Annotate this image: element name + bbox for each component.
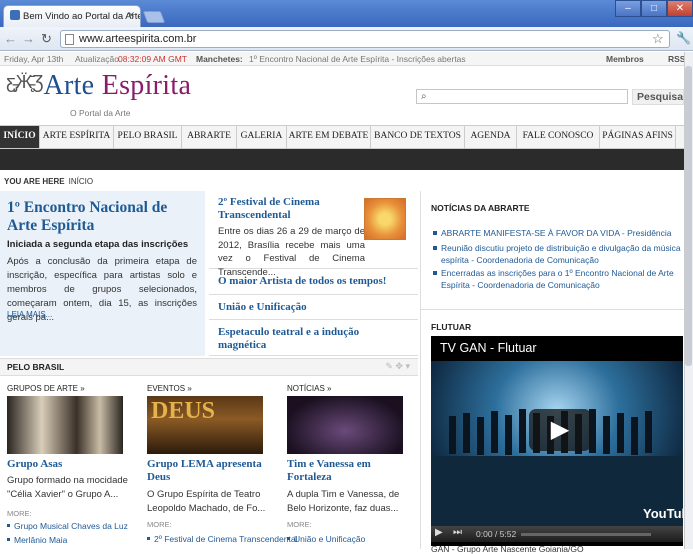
main-menu: INÍCIO ARTE ESPÍRITA PELO BRASIL ABRARTE… <box>0 125 684 149</box>
close-tab-icon[interactable]: ✕ <box>127 10 135 21</box>
section-noticias[interactable]: NOTÍCIAS » <box>287 384 331 393</box>
video-controls[interactable]: ▶ ⏭ <box>431 526 683 542</box>
search-button[interactable]: Pesquisa <box>632 89 684 105</box>
news-item[interactable]: Encerradas as inscrições para o 1º Encon… <box>433 267 681 291</box>
news-item[interactable]: ABRARTE MANIFESTA-SE À FAVOR DA VIDA - P… <box>433 227 681 239</box>
pelo-brasil-title: PELO BRASIL <box>7 362 65 372</box>
article-item: Espetaculo teatral e a indução magnética <box>209 320 418 356</box>
search-input[interactable]: ⌕ <box>416 89 628 104</box>
bookmark-star-icon[interactable]: ☆ <box>652 31 664 47</box>
time-text: 08:32:09 AM GMT <box>118 54 187 64</box>
members-link[interactable]: Membros <box>606 54 644 64</box>
news-item[interactable]: Reunião discutiu projeto de distribuição… <box>433 242 681 266</box>
favicon-icon <box>10 10 20 20</box>
section-eventos[interactable]: EVENTOS » <box>147 384 192 393</box>
breadcrumb: YOU ARE HERE INÍCIO <box>4 177 93 186</box>
headlines-label: Manchetes: <box>196 54 243 64</box>
minimize-button[interactable]: – <box>615 0 641 17</box>
more-label: MORE: <box>7 509 32 518</box>
more-link[interactable]: 2º Festival de Cinema Transcendental <box>147 534 297 544</box>
more-link[interactable]: Merlânio Maia <box>7 535 67 545</box>
article-title[interactable]: Tim e Vanessa em Fortaleza <box>287 458 412 483</box>
forward-icon[interactable]: → <box>22 31 35 46</box>
address-bar[interactable]: www.arteespirita.com.br <box>60 30 670 48</box>
featured-article: 1º Encontro Nacional de Arte Espírita In… <box>0 191 205 356</box>
news-heading: NOTÍCIAS DA ABRARTE <box>431 203 530 213</box>
menu-item-paginas-afins[interactable]: PÁGINAS AFINS <box>600 126 676 148</box>
play-button-icon[interactable]: ▶ <box>435 527 443 538</box>
rss-link[interactable]: RSS <box>668 54 684 64</box>
tim-vanessa-thumbnail[interactable] <box>287 396 403 454</box>
scrollbar-thumb[interactable] <box>685 66 692 366</box>
close-window-button[interactable]: ✕ <box>667 0 693 17</box>
article-text: A dupla Tim e Vanessa, de Belo Horizonte… <box>287 489 400 514</box>
more-link[interactable]: União e Unificação <box>287 534 365 544</box>
headline-link[interactable]: 1º Encontro Nacional de Arte Espírita - … <box>249 54 466 64</box>
divider <box>421 309 685 310</box>
menu-item-arte-em-debate[interactable]: ARTE EM DEBATE <box>287 126 371 148</box>
pelo-brasil-header: PELO BRASIL ✎ ✥ ▾ <box>0 358 418 376</box>
article-text: Grupo formado na mocidade "Célia Xavier"… <box>7 475 128 500</box>
module-tools-icon[interactable]: ✎ ✥ ▾ <box>385 361 410 372</box>
section-grupos[interactable]: GRUPOS DE ARTE » <box>7 384 85 393</box>
menu-item-abrarte[interactable]: ABRARTE <box>182 126 237 148</box>
page-icon <box>65 34 74 45</box>
site-logo[interactable]: ƹ̵̡Ӝ̵̨̄ƷArte Espírita <box>6 70 191 102</box>
breadcrumb-label: YOU ARE HERE <box>4 177 65 186</box>
video-heading: FLUTUAR <box>431 322 472 332</box>
url-text: www.arteespirita.com.br <box>79 33 197 45</box>
skip-icon[interactable]: ⏭ <box>453 527 462 538</box>
video-time: 0:00 / 5:52 <box>476 529 517 539</box>
festival-thumbnail[interactable] <box>364 198 406 240</box>
video-title[interactable]: TV GAN - Flutuar <box>440 341 537 355</box>
info-bar: Friday, Apr 13th Atualização 08:32:09 AM… <box>0 52 684 66</box>
article-title[interactable]: Grupo LEMA apresenta Deus <box>147 458 272 483</box>
deus-poster-text: DEUS <box>151 398 216 424</box>
seek-bar[interactable] <box>521 533 651 536</box>
sub-menu-bar <box>0 149 684 170</box>
tab-title: Bem Vindo ao Portal da Arte E <box>23 11 141 22</box>
logo-text-1: Arte <box>43 70 102 101</box>
menu-item-inicio[interactable]: INÍCIO <box>0 126 40 148</box>
more-label: MORE: <box>287 520 312 529</box>
article-title[interactable]: O maior Artista de todos os tempos! <box>218 275 408 288</box>
menu-item-galeria[interactable]: GALERIA <box>237 126 287 148</box>
logo-text-2: Espírita <box>101 70 192 101</box>
article-text: O Grupo Espírita de Teatro Leopoldo Mach… <box>147 489 266 514</box>
browser-tab[interactable]: Bem Vindo ao Portal da Arte E ✕ <box>3 5 141 27</box>
date-text: Friday, Apr 13th <box>4 54 64 64</box>
festival-title[interactable]: 2º Festival de Cinema Transcendental <box>218 196 358 222</box>
article-item: O maior Artista de todos os tempos! <box>209 269 418 295</box>
article-title[interactable]: Espetaculo teatral e a indução magnética <box>218 326 408 352</box>
article-item: União e Unificação <box>209 295 418 320</box>
butterfly-icon: ƹ̵̡Ӝ̵̨̄Ʒ <box>6 72 44 92</box>
video-caption: GAN - Grupo Arte Nascente Goiania/GO <box>431 544 584 554</box>
maximize-button[interactable]: □ <box>641 0 667 17</box>
more-label: MORE: <box>147 520 172 529</box>
menu-item-banco-de-textos[interactable]: BANCO DE TEXTOS <box>371 126 465 148</box>
update-label: Atualização <box>75 54 119 64</box>
more-link[interactable]: Grupo Musical Chaves da Luz <box>7 521 128 531</box>
logo-subtitle: O Portal da Arte <box>70 108 131 118</box>
new-tab-button[interactable] <box>142 11 166 23</box>
wrench-icon[interactable]: 🔧 <box>676 31 691 45</box>
menu-item-agenda[interactable]: AGENDA <box>465 126 517 148</box>
back-icon[interactable]: ← <box>4 31 17 46</box>
menu-item-fale-conosco[interactable]: FALE CONOSCO <box>517 126 600 148</box>
article-title[interactable]: União e Unificação <box>218 301 408 314</box>
reload-icon[interactable]: ↻ <box>41 31 52 47</box>
search-icon: ⌕ <box>421 91 427 102</box>
read-more-link[interactable]: LEIA MAIS... <box>7 310 52 319</box>
featured-subtitle: Iniciada a segunda etapa das inscrições <box>7 239 189 250</box>
breadcrumb-current[interactable]: INÍCIO <box>69 177 93 186</box>
featured-title[interactable]: 1º Encontro Nacional de Arte Espírita <box>7 199 197 235</box>
menu-item-arte-espirita[interactable]: ARTE ESPÍRITA <box>40 126 114 148</box>
play-icon[interactable]: ▶ <box>529 409 591 451</box>
grupo-asas-thumbnail[interactable] <box>7 396 123 454</box>
grupo-lema-thumbnail[interactable]: DEUS <box>147 396 263 454</box>
menu-item-pelo-brasil[interactable]: PELO BRASIL <box>114 126 182 148</box>
article-title[interactable]: Grupo Asas <box>7 458 132 471</box>
